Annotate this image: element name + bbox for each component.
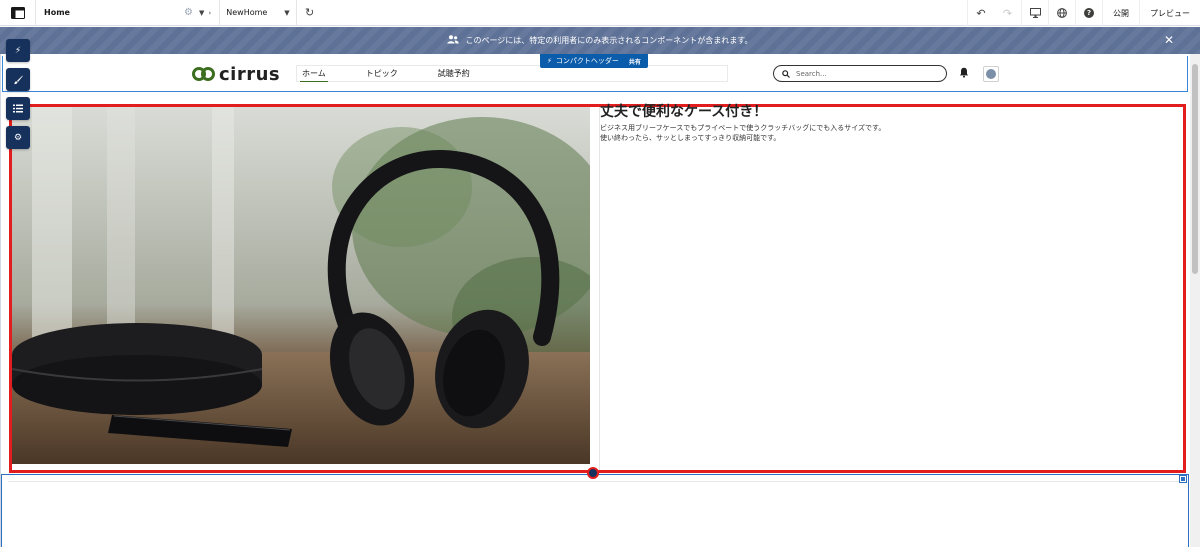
toolbar-right-group: ↶ ↷ ? 公開 プレビュー [967, 0, 1200, 26]
search-icon [782, 69, 790, 78]
site-search[interactable] [773, 65, 947, 82]
notifications-icon[interactable] [959, 67, 969, 81]
builder-side-tools: ⚡ ⚙ [6, 39, 30, 149]
nav-item-home[interactable]: ホーム [300, 66, 328, 82]
undo-icon: ↶ [976, 6, 986, 20]
refresh-button[interactable]: ↻ [297, 0, 323, 26]
undo-button[interactable]: ↶ [967, 0, 994, 26]
people-icon [447, 34, 460, 47]
layout-icon [10, 6, 25, 19]
component-label-tag[interactable]: ⚡ コンパクトヘッダー 共有 [540, 54, 648, 68]
publish-button[interactable]: 公開 [1102, 0, 1139, 26]
gear-icon: ⚙ [13, 132, 23, 143]
page-name: Home [44, 8, 70, 17]
section-drag-handle[interactable] [587, 467, 599, 479]
lightning-icon: ⚡ [547, 57, 552, 65]
navigation-menu-name: NewHome [226, 8, 268, 17]
user-icon [986, 69, 996, 79]
settings-button[interactable]: ⚙ [6, 126, 30, 149]
canvas-scrollbar[interactable] [1190, 54, 1200, 547]
content-heading: 丈夫で便利なケース付き！ [600, 104, 768, 120]
banner-text: このページには、特定の利用者にのみ表示されるコンポーネントが含まれます。 [465, 36, 753, 45]
device-view-button[interactable] [1021, 0, 1048, 26]
list-icon [13, 104, 23, 113]
refresh-icon: ↻ [305, 6, 315, 19]
page-structure-button[interactable] [6, 97, 30, 120]
component-label: コンパクトヘッダー [555, 57, 619, 65]
shared-badge: 共有 [628, 58, 641, 66]
help-button[interactable]: ? [1075, 0, 1102, 26]
theme-button[interactable] [6, 68, 30, 91]
logo-rings-icon [192, 67, 215, 81]
device-icon [1029, 8, 1041, 18]
section-resize-handle[interactable] [1179, 475, 1187, 483]
user-avatar[interactable] [983, 66, 999, 82]
audience-notice-banner: このページには、特定の利用者にのみ表示されるコンポーネントが含まれます。 ✕ [0, 27, 1200, 54]
app-switcher-button[interactable] [0, 0, 36, 26]
product-image[interactable] [12, 107, 590, 464]
chevron-right-icon: › [208, 8, 212, 17]
lightning-icon: ⚡ [14, 45, 22, 56]
close-icon[interactable]: ✕ [1164, 33, 1174, 47]
language-button[interactable] [1048, 0, 1075, 26]
body-line: ビジネス用ブリーフケースでもプライベートで使うクラッチバッグにでも入るサイズです… [600, 124, 886, 132]
nav-item-trial-booking[interactable]: 試聴予約 [436, 66, 472, 82]
nav-item-topics[interactable]: トピック [364, 66, 400, 82]
content-body: ビジネス用ブリーフケースでもプライベートで使うクラッチバッグにでも入るサイズです… [600, 123, 885, 143]
next-section-content [8, 481, 1183, 547]
chevron-down-icon[interactable]: ▼ [199, 9, 204, 17]
chevron-down-icon[interactable]: ▼ [284, 9, 289, 17]
page-selector[interactable]: Home ⚙ ▼ › [36, 0, 221, 26]
navigation-menu-selector[interactable]: NewHome ▼ [220, 0, 297, 26]
page-settings-icon[interactable]: ⚙ [184, 7, 193, 18]
components-button[interactable]: ⚡ [6, 39, 30, 62]
globe-icon [1057, 8, 1067, 18]
site-logo[interactable]: cirrus [192, 63, 281, 85]
search-input[interactable] [796, 69, 936, 78]
redo-icon: ↷ [1002, 6, 1013, 20]
preview-button[interactable]: プレビュー [1139, 0, 1200, 26]
text-column[interactable] [599, 107, 1183, 470]
help-icon: ? [1084, 8, 1094, 18]
body-line: 使い終わったら、サッとしまってすっきり収納可能です。 [600, 134, 781, 142]
builder-toolbar: Home ⚙ ▼ › NewHome ▼ ↻ ↶ ↷ ? 公開 プレビュー [0, 0, 1200, 26]
scrollbar-thumb[interactable] [1192, 64, 1198, 274]
headphones-photo [12, 107, 590, 464]
site-navigation: ホーム トピック 試聴予約 [296, 65, 728, 82]
logo-text: cirrus [219, 63, 281, 85]
brush-icon [14, 75, 23, 84]
redo-button[interactable]: ↷ [994, 0, 1021, 26]
